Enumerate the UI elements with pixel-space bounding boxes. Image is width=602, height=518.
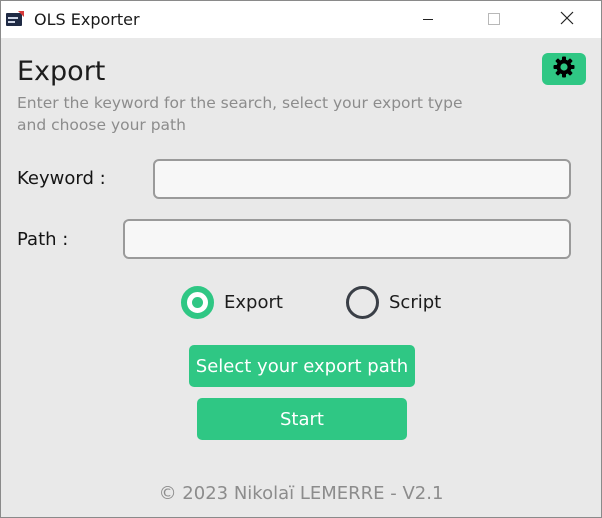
window-title: OLS Exporter <box>34 10 140 29</box>
keyword-label: Keyword : <box>17 168 106 189</box>
minimize-icon <box>422 10 434 29</box>
gear-icon <box>552 55 576 83</box>
export-radio-label: Export <box>224 291 283 313</box>
app-window: OLS Exporter Export Enter the keyword fo… <box>0 0 602 518</box>
maximize-icon <box>488 10 500 29</box>
maximize-button <box>471 1 517 38</box>
close-icon <box>560 10 574 29</box>
close-button[interactable] <box>544 1 590 38</box>
settings-button[interactable] <box>542 53 586 85</box>
footer-copyright: © 2023 Nikolaï LEMERRE - V2.1 <box>158 483 444 504</box>
app-logo-icon <box>6 10 24 28</box>
page-title: Export <box>17 56 106 87</box>
page-subtitle: Enter the keyword for the search, select… <box>17 94 463 134</box>
script-radio[interactable]: Script <box>346 285 441 319</box>
radio-selected-indicator <box>181 285 214 319</box>
path-input[interactable] <box>123 219 571 259</box>
minimize-button[interactable] <box>405 1 451 38</box>
start-button[interactable]: Start <box>197 398 407 440</box>
title-bar[interactable]: OLS Exporter <box>1 1 601 38</box>
path-label: Path : <box>17 229 69 250</box>
select-export-path-button[interactable]: Select your export path <box>189 345 415 387</box>
script-radio-label: Script <box>389 291 442 313</box>
export-radio[interactable]: Export <box>181 285 283 319</box>
radio-unselected-indicator <box>346 285 379 319</box>
keyword-input[interactable] <box>153 159 571 199</box>
